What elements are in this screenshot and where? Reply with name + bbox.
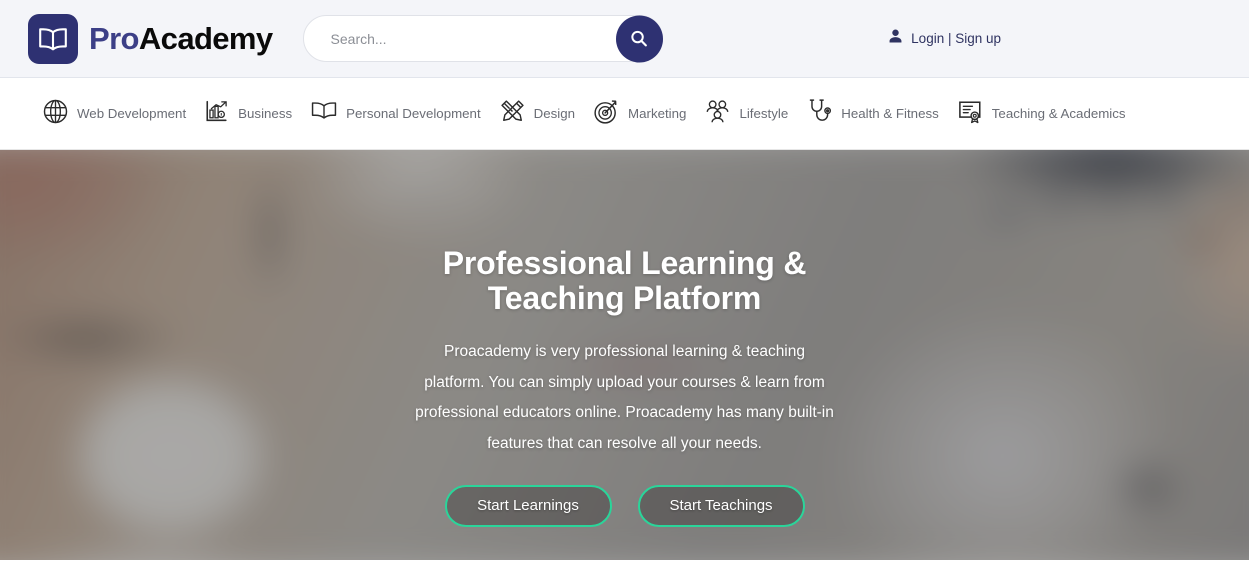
hero-title-line1: Professional Learning & bbox=[442, 245, 807, 281]
hero-title-line2: Teaching Platform bbox=[487, 279, 762, 316]
hero-subtitle: Proacademy is very professional learning… bbox=[415, 343, 834, 453]
user-icon bbox=[887, 28, 904, 50]
search-button[interactable] bbox=[615, 15, 663, 62]
nav-item-health-fitness[interactable]: Health & Fitness bbox=[806, 98, 957, 130]
target-dart-icon bbox=[593, 98, 620, 130]
nav-item-lifestyle[interactable]: Lifestyle bbox=[704, 98, 806, 130]
nav-item-label: Business bbox=[238, 106, 293, 121]
nav-item-label: Lifestyle bbox=[739, 106, 789, 121]
pencil-ruler-icon bbox=[499, 98, 526, 130]
hero-section: Professional Learning & Teaching Platfor… bbox=[0, 150, 1249, 560]
nav-item-business[interactable]: Business bbox=[204, 98, 310, 129]
hero-cta-group: Start Learnings Start Teachings bbox=[444, 484, 805, 527]
nav-item-marketing[interactable]: Marketing bbox=[593, 98, 704, 130]
start-teachings-button[interactable]: Start Teachings bbox=[637, 484, 805, 527]
category-nav: Web Development Business Personal Develo… bbox=[0, 78, 1249, 150]
open-book-icon bbox=[28, 13, 78, 64]
people-group-icon bbox=[704, 98, 731, 130]
stethoscope-icon bbox=[806, 98, 833, 130]
account-links[interactable]: Login | Sign up bbox=[887, 28, 1223, 50]
start-learnings-button[interactable]: Start Learnings bbox=[444, 484, 612, 527]
certificate-icon bbox=[957, 98, 984, 130]
account-label: Login | Sign up bbox=[911, 31, 1001, 46]
bar-chart-icon bbox=[204, 98, 230, 129]
nav-item-label: Web Development bbox=[77, 106, 187, 121]
hero-title: Professional Learning & Teaching Platfor… bbox=[442, 245, 807, 316]
brand-name-pro: Pro bbox=[89, 21, 139, 56]
hero-content: Professional Learning & Teaching Platfor… bbox=[0, 150, 1249, 560]
site-header: ProAcademy Login | Sign up bbox=[0, 0, 1249, 78]
brand-name-academy: Academy bbox=[138, 21, 273, 56]
nav-item-design[interactable]: Design bbox=[499, 98, 593, 130]
search-icon bbox=[631, 30, 647, 47]
open-book-icon bbox=[310, 99, 338, 128]
nav-item-label: Personal Development bbox=[346, 106, 481, 121]
nav-item-label: Teaching & Academics bbox=[991, 106, 1126, 121]
nav-item-label: Health & Fitness bbox=[841, 106, 939, 121]
nav-item-label: Design bbox=[533, 106, 576, 121]
search-container bbox=[302, 15, 663, 62]
nav-item-web-development[interactable]: Web Development bbox=[42, 98, 204, 130]
brand-logo[interactable]: ProAcademy bbox=[28, 13, 273, 64]
globe-icon bbox=[42, 98, 69, 130]
nav-item-teaching-academics[interactable]: Teaching & Academics bbox=[957, 98, 1144, 130]
brand-name: ProAcademy bbox=[89, 23, 273, 54]
nav-item-label: Marketing bbox=[628, 106, 687, 121]
search-input[interactable] bbox=[302, 15, 663, 62]
nav-item-personal-development[interactable]: Personal Development bbox=[310, 99, 499, 128]
